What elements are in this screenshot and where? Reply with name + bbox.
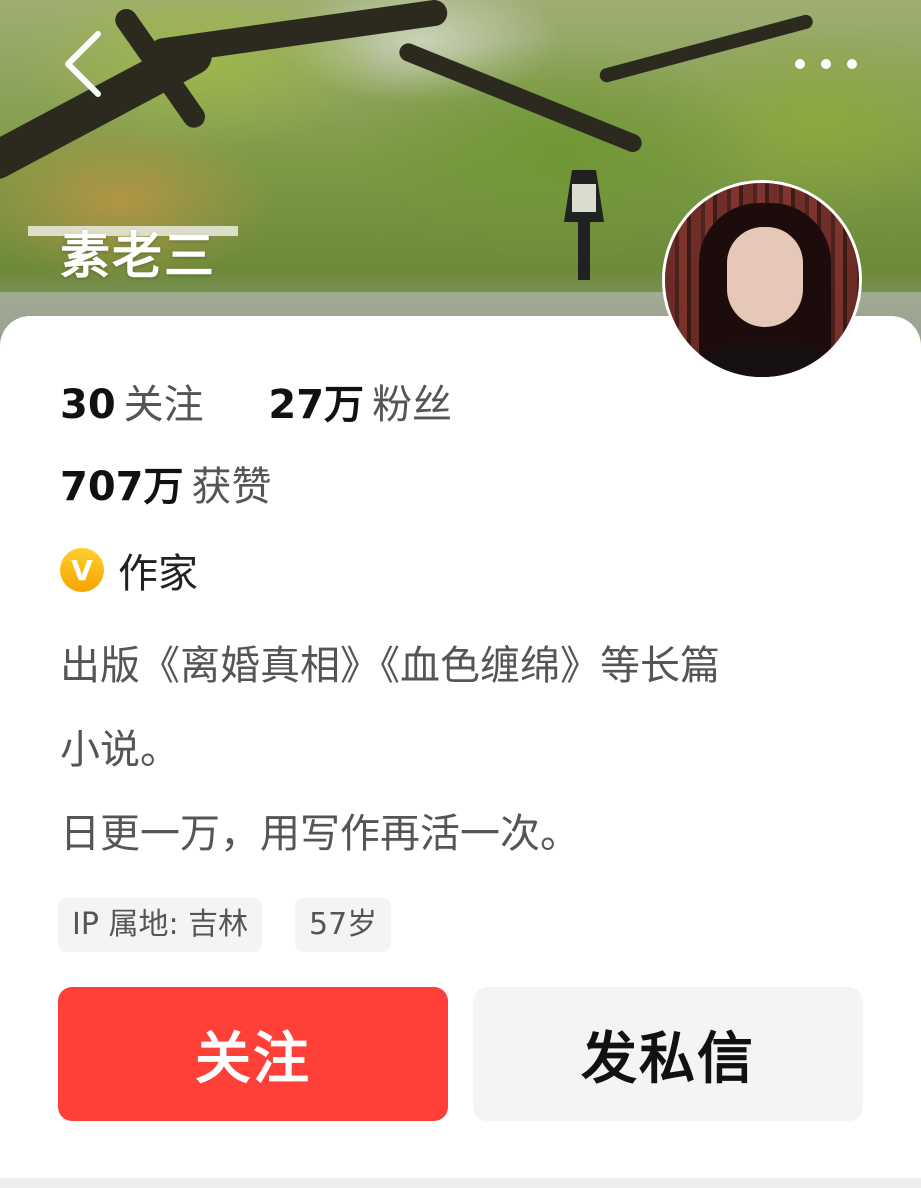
likes-row: 707万 获赞 bbox=[60, 454, 324, 512]
street-lamp bbox=[556, 170, 612, 280]
chevron-left-icon bbox=[65, 31, 101, 97]
more-dots-icon bbox=[795, 59, 857, 69]
verified-badge-icon: V bbox=[60, 548, 104, 592]
tree-branch bbox=[396, 40, 645, 155]
following-label: 关注 bbox=[123, 382, 204, 428]
stats-row: 30 关注 27万 粉丝 bbox=[60, 372, 504, 430]
bio-line: 日更一万，用写作再活一次。 bbox=[60, 811, 580, 857]
bio-line: 出版《离婚真相》《血色缠绵》等长篇 bbox=[60, 643, 720, 689]
following-count: 30 bbox=[60, 382, 116, 428]
following-stat[interactable]: 30 关注 bbox=[60, 382, 268, 428]
tree-branch bbox=[598, 13, 815, 84]
follow-button[interactable]: 关注 bbox=[58, 987, 448, 1121]
bio-line: 小说。 bbox=[60, 727, 180, 773]
ip-location-tag: IP 属地: 吉林 bbox=[58, 898, 263, 952]
verification-row: V 作家 bbox=[60, 544, 198, 597]
back-button[interactable] bbox=[58, 28, 114, 100]
followers-count: 27万 bbox=[268, 382, 365, 428]
followers-label: 粉丝 bbox=[372, 382, 453, 428]
send-message-button[interactable]: 发私信 bbox=[473, 987, 863, 1121]
likes-stat[interactable]: 707万 获赞 bbox=[60, 464, 324, 510]
age-tag: 57岁 bbox=[295, 898, 392, 952]
section-divider bbox=[0, 1178, 921, 1188]
cover-username: 素老三 bbox=[60, 227, 216, 285]
avatar[interactable] bbox=[662, 180, 862, 380]
likes-label: 获赞 bbox=[191, 464, 272, 510]
verification-title: 作家 bbox=[118, 551, 198, 597]
more-button[interactable] bbox=[786, 44, 866, 84]
followers-stat[interactable]: 27万 粉丝 bbox=[268, 382, 504, 428]
likes-count: 707万 bbox=[60, 464, 184, 510]
